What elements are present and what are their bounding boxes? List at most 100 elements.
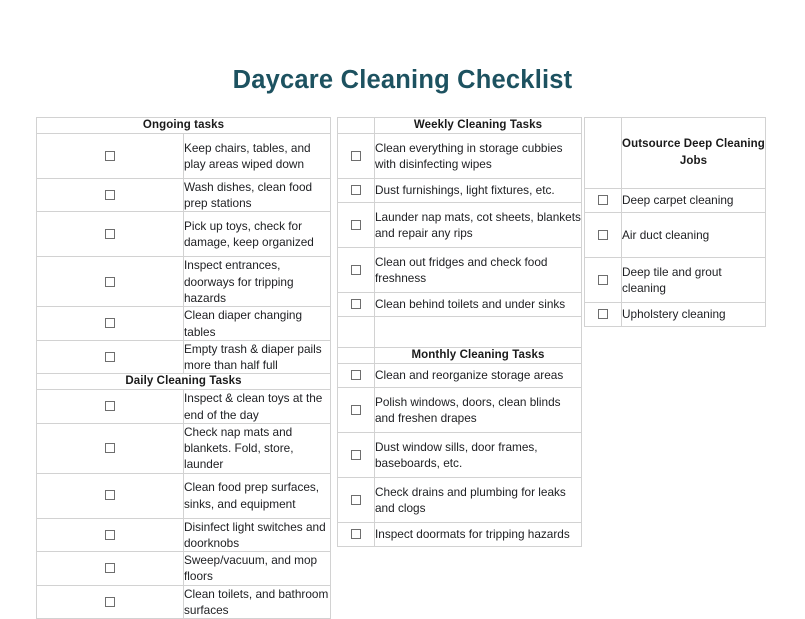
section-header-daily-cleaning-tasks: Daily Cleaning Tasks (36, 373, 331, 391)
table-row[interactable]: Polish windows, doors, clean blinds and … (337, 386, 582, 433)
column-right: Outsource Deep Cleaning Jobs Deep carpet… (584, 117, 766, 327)
task-label: Launder nap mats, cot sheets, blankets a… (374, 201, 582, 248)
section-spacer-row (337, 315, 582, 348)
empty-checkbox-icon[interactable] (105, 189, 115, 200)
empty-checkbox-icon[interactable] (598, 195, 608, 206)
table-row[interactable]: Inspect & clean toys at the end of the d… (36, 389, 331, 424)
table-row[interactable]: Check nap mats and blankets. Fold, store… (36, 422, 331, 474)
section-header-row: Monthly Cleaning Tasks (337, 346, 582, 364)
section-header-row: Outsource Deep Cleaning Jobs (584, 117, 766, 189)
checkbox-cell[interactable] (36, 584, 184, 619)
table-row[interactable]: Air duct cleaning (584, 212, 766, 258)
table-row[interactable]: Dust furnishings, light fixtures, etc. (337, 177, 582, 203)
empty-checkbox-icon[interactable] (598, 309, 608, 320)
checkbox-cell[interactable] (584, 302, 622, 327)
table-row[interactable]: Deep tile and grout cleaning (584, 257, 766, 303)
table-row[interactable]: Inspect doormats for tripping hazards (337, 521, 582, 547)
checkbox-cell[interactable] (337, 431, 375, 478)
empty-checkbox-icon[interactable] (105, 150, 115, 161)
checkbox-cell[interactable] (584, 257, 622, 303)
task-label: Inspect & clean toys at the end of the d… (183, 389, 331, 424)
checkbox-cell[interactable] (36, 177, 184, 213)
table-row[interactable]: Upholstery cleaning (584, 302, 766, 327)
checkbox-cell[interactable] (584, 188, 622, 213)
table-row[interactable]: Inspect entrances, doorways for tripping… (36, 256, 331, 308)
right-column-table: Outsource Deep Cleaning Jobs Deep carpet… (584, 117, 766, 327)
checkbox-cell[interactable] (337, 201, 375, 248)
empty-checkbox-icon[interactable] (351, 264, 361, 275)
checkbox-cell[interactable] (36, 517, 184, 553)
checkbox-cell[interactable] (584, 212, 622, 258)
section-header-ongoing-tasks: Ongoing tasks (36, 117, 331, 134)
checkbox-cell[interactable] (36, 211, 184, 258)
empty-checkbox-icon[interactable] (105, 276, 115, 287)
table-row[interactable]: Disinfect light switches and doorknobs (36, 517, 331, 553)
checkbox-cell[interactable] (337, 291, 375, 317)
checkbox-cell[interactable] (36, 306, 184, 341)
checkbox-cell[interactable] (36, 256, 184, 308)
empty-checkbox-icon[interactable] (105, 229, 115, 240)
table-row[interactable]: Keep chairs, tables, and play areas wipe… (36, 132, 331, 179)
empty-checkbox-icon[interactable] (598, 229, 608, 240)
right-column-body: Outsource Deep Cleaning Jobs Deep carpet… (584, 117, 766, 327)
header-spacer-cell (337, 117, 375, 134)
empty-checkbox-icon[interactable] (351, 449, 361, 460)
checkbox-cell[interactable] (36, 389, 184, 424)
task-label: Wash dishes, clean food prep stations (183, 177, 331, 213)
table-row[interactable]: Sweep/vacuum, and mop floors (36, 551, 331, 586)
column-left: Ongoing tasks Keep chairs, tables, and p… (36, 117, 331, 619)
task-label: Upholstery cleaning (621, 302, 766, 327)
empty-checkbox-icon[interactable] (105, 490, 115, 501)
table-row[interactable]: Clean and reorganize storage areas (337, 362, 582, 388)
empty-checkbox-icon[interactable] (598, 274, 608, 285)
checkbox-cell[interactable] (337, 246, 375, 293)
empty-checkbox-icon[interactable] (105, 401, 115, 412)
checkbox-cell[interactable] (36, 472, 184, 519)
table-row[interactable]: Pick up toys, check for damage, keep org… (36, 211, 331, 258)
empty-checkbox-icon[interactable] (105, 442, 115, 453)
table-row[interactable]: Clean behind toilets and under sinks (337, 291, 582, 317)
table-row[interactable]: Clean out fridges and check food freshne… (337, 246, 582, 293)
checkbox-cell[interactable] (337, 521, 375, 547)
empty-checkbox-icon[interactable] (351, 219, 361, 230)
checkbox-cell[interactable] (337, 132, 375, 179)
task-label: Polish windows, doors, clean blinds and … (374, 386, 582, 433)
task-label: Empty trash & diaper pails more than hal… (183, 339, 331, 375)
empty-checkbox-icon[interactable] (105, 563, 115, 574)
empty-checkbox-icon[interactable] (351, 185, 361, 196)
empty-checkbox-icon[interactable] (105, 529, 115, 540)
task-label: Clean behind toilets and under sinks (374, 291, 582, 317)
checkbox-cell[interactable] (337, 386, 375, 433)
empty-checkbox-icon[interactable] (351, 494, 361, 505)
checkbox-cell[interactable] (337, 476, 375, 523)
checkbox-cell[interactable] (337, 362, 375, 388)
table-row[interactable]: Deep carpet cleaning (584, 188, 766, 213)
checkbox-cell[interactable] (337, 177, 375, 203)
table-row[interactable]: Clean food prep surfaces, sinks, and equ… (36, 472, 331, 519)
empty-checkbox-icon[interactable] (105, 318, 115, 329)
empty-checkbox-icon[interactable] (105, 596, 115, 607)
table-row[interactable]: Launder nap mats, cot sheets, blankets a… (337, 201, 582, 248)
empty-checkbox-icon[interactable] (351, 404, 361, 415)
task-label: Clean food prep surfaces, sinks, and equ… (183, 472, 331, 519)
table-row[interactable]: Dust window sills, door frames, baseboar… (337, 431, 582, 478)
table-row[interactable]: Check drains and plumbing for leaks and … (337, 476, 582, 523)
task-label: Clean diaper changing tables (183, 306, 331, 341)
empty-checkbox-icon[interactable] (351, 529, 361, 540)
checkbox-cell[interactable] (36, 132, 184, 179)
empty-checkbox-icon[interactable] (351, 299, 361, 310)
empty-checkbox-icon[interactable] (105, 351, 115, 362)
section-header-monthly-cleaning-tasks: Monthly Cleaning Tasks (374, 346, 582, 364)
table-row[interactable]: Clean toilets, and bathroom surfaces (36, 584, 331, 619)
checkbox-cell[interactable] (36, 551, 184, 586)
checkbox-cell[interactable] (36, 339, 184, 375)
section-header-row: Weekly Cleaning Tasks (337, 117, 582, 134)
empty-checkbox-icon[interactable] (351, 150, 361, 161)
section-header-row: Ongoing tasks (36, 117, 331, 134)
table-row[interactable]: Empty trash & diaper pails more than hal… (36, 339, 331, 375)
empty-checkbox-icon[interactable] (351, 370, 361, 381)
table-row[interactable]: Clean diaper changing tables (36, 306, 331, 341)
checkbox-cell[interactable] (36, 422, 184, 474)
table-row[interactable]: Wash dishes, clean food prep stations (36, 177, 331, 213)
table-row[interactable]: Clean everything in storage cubbies with… (337, 132, 582, 179)
